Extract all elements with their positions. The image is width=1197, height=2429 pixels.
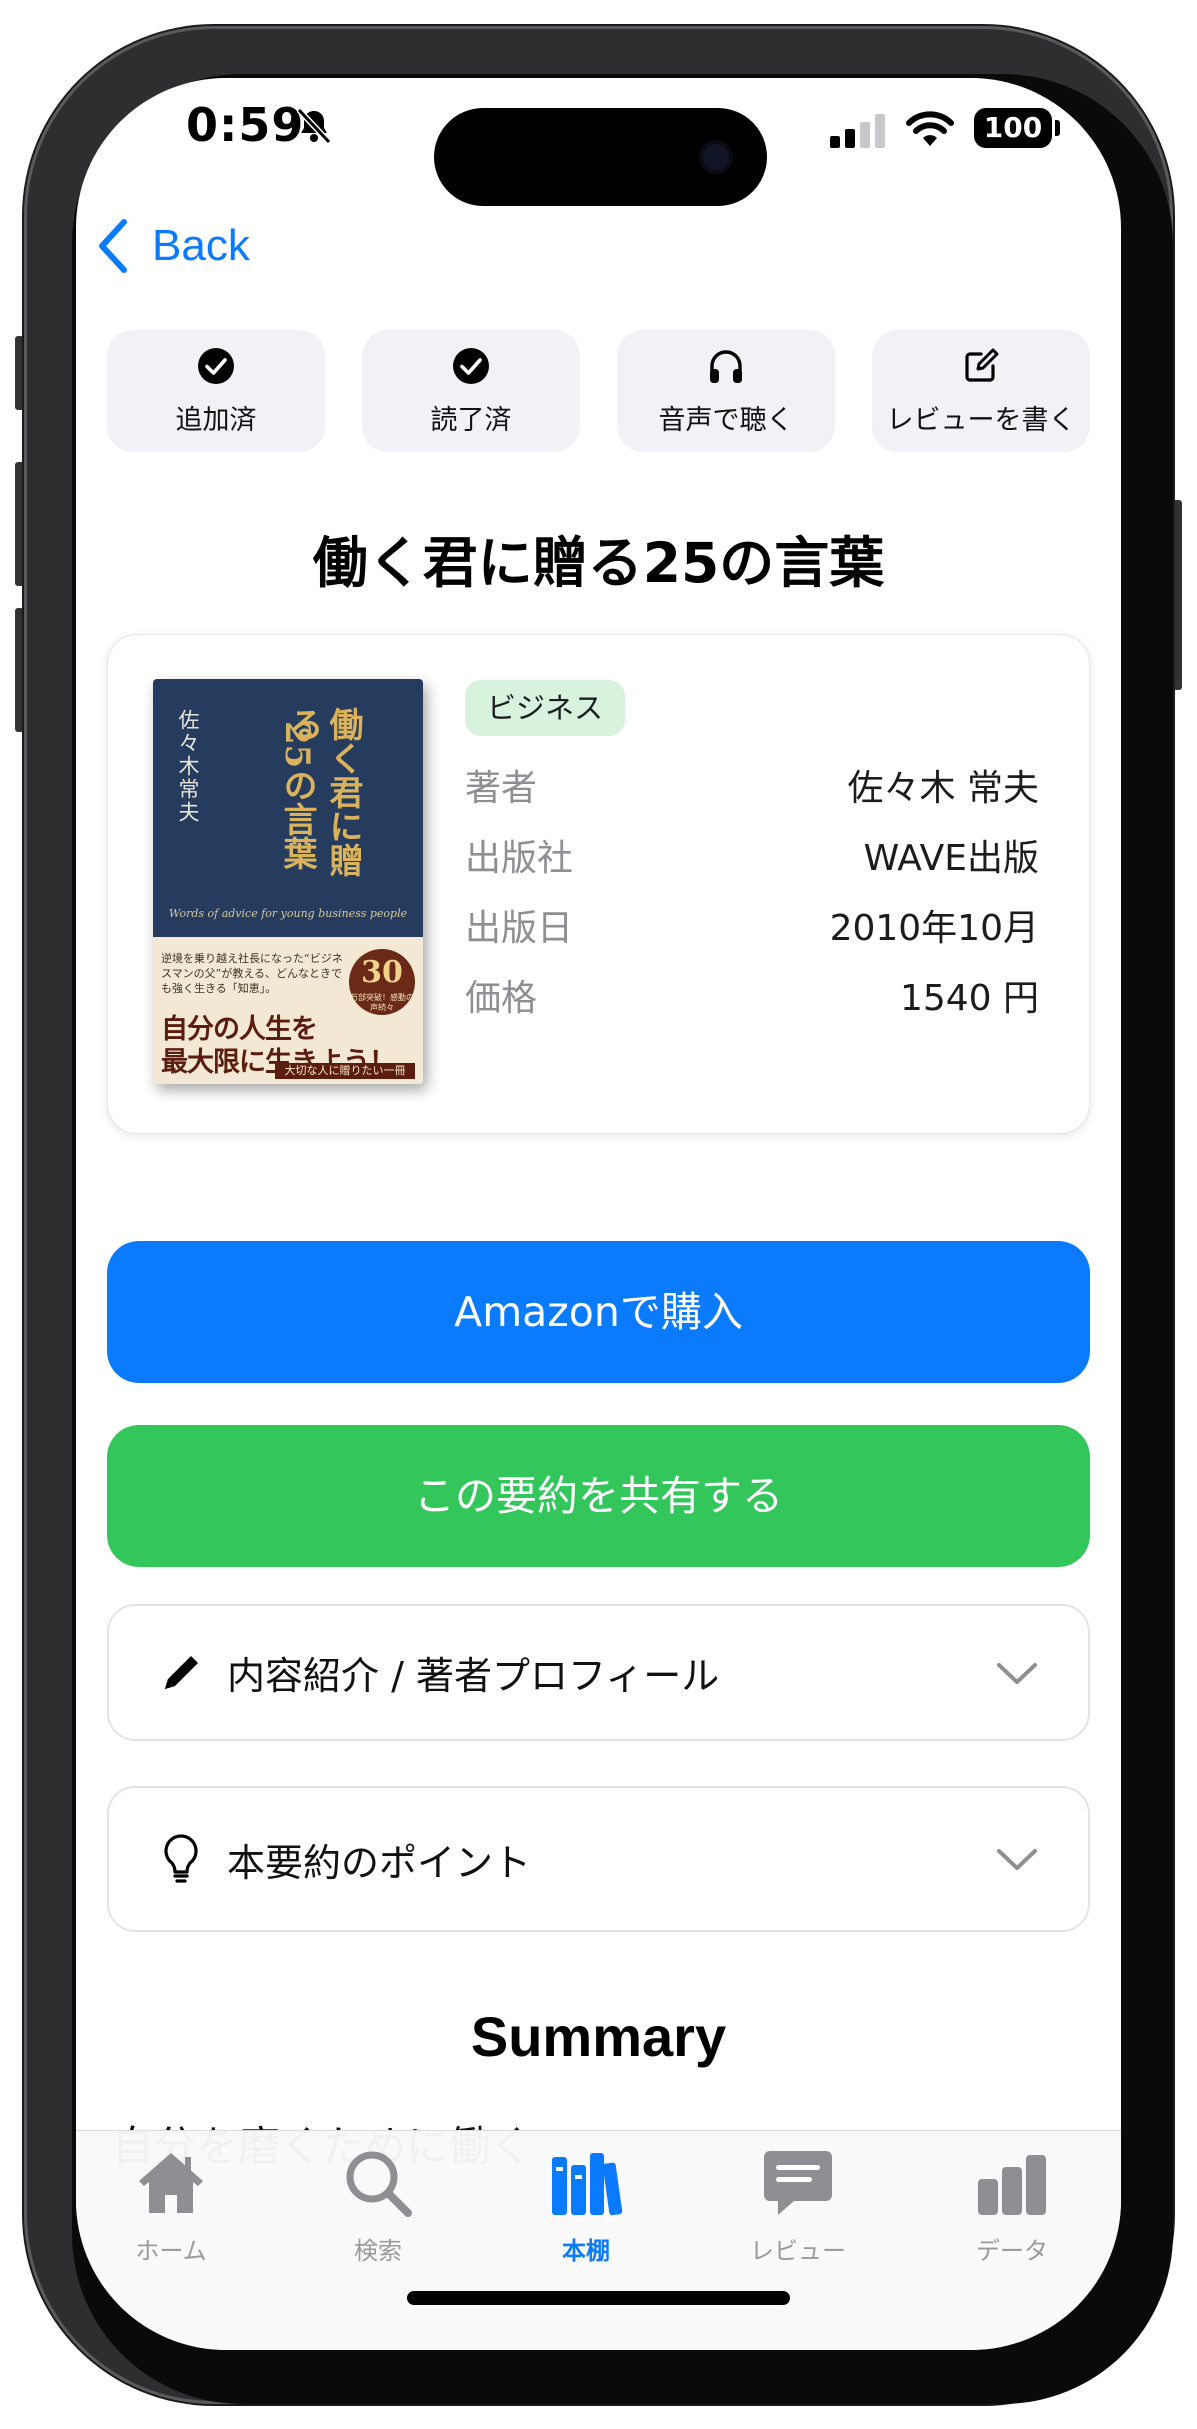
chart-bar-icon <box>978 2155 1046 2215</box>
cover-author: 佐々木常夫 <box>176 709 200 824</box>
tab-label: データ <box>976 2237 1048 2265</box>
action-button <box>15 336 24 410</box>
info-key: 価格 <box>465 978 538 1019</box>
cover-sales-badge: 30 万部突破！感動の声続々 <box>349 949 415 1015</box>
house-icon <box>139 2153 203 2213</box>
write-review-label: レビューを書く <box>886 404 1076 436</box>
genre-badge: ビジネス <box>465 680 626 736</box>
info-row-publish-date: 出版日 2010年10月 <box>465 899 1039 951</box>
home-indicator[interactable] <box>407 2291 790 2305</box>
finished-reading-button[interactable]: 読了済 <box>362 330 580 452</box>
info-key: 出版日 <box>465 908 574 949</box>
chevron-down-icon <box>997 1662 1037 1684</box>
magnifyingglass-icon <box>346 2151 412 2217</box>
info-row-price: 価格 1540 円 <box>465 969 1039 1021</box>
info-value: 2010年10月 <box>829 908 1039 949</box>
info-row-publisher: 出版社 WAVE出版 <box>465 829 1039 881</box>
cover-english-subtitle: Words of advice for young business peopl… <box>168 907 408 920</box>
write-review-button[interactable]: レビューを書く <box>872 330 1090 452</box>
status-time: 0:59 <box>186 98 305 152</box>
buy-on-amazon-button[interactable]: Amazonで購入 <box>107 1241 1090 1383</box>
screen: 0:59 100 Back 追加済 読了済 音声で聴く レビューを書く 働く君に… <box>76 78 1121 2350</box>
square-pencil-icon <box>965 348 999 382</box>
listen-audio-label: 音声で聴く <box>658 404 794 436</box>
cover-badge-number: 30 <box>361 955 403 990</box>
info-row-author: 著者 佐々木 常夫 <box>465 759 1039 811</box>
tab-data[interactable]: データ <box>932 2145 1092 2266</box>
tab-home[interactable]: ホーム <box>91 2145 251 2266</box>
pencil-icon <box>165 1655 198 1689</box>
tab-bookshelf[interactable]: 本棚 <box>506 2145 666 2266</box>
summary-heading: Summary <box>470 2005 727 2068</box>
cover-title: 働く君に贈る 25の言葉 <box>253 707 363 907</box>
book-title: 働く君に贈る25の言葉 <box>312 531 885 595</box>
battery-nub <box>1055 120 1060 136</box>
power-button <box>1173 500 1182 690</box>
info-key: 出版社 <box>465 838 574 879</box>
lightbulb-icon <box>164 1834 198 1883</box>
book-cover-image: 佐々木常夫 働く君に贈る 25の言葉 Words of advice for y… <box>153 679 423 1084</box>
tab-bar: ホーム 検索 本棚 レビュー データ <box>76 2130 1121 2350</box>
cover-badge-text: 万部突破！感動の声続々 <box>350 993 414 1012</box>
info-value: 1540 円 <box>899 978 1039 1019</box>
cover-strip: 大切な人に贈りたい一冊 <box>275 1063 415 1079</box>
tab-reviews[interactable]: レビュー <box>718 2145 878 2266</box>
back-label: Back <box>152 221 250 270</box>
tab-search[interactable]: 検索 <box>298 2145 458 2266</box>
volume-up-button <box>15 462 24 586</box>
cellular-signal-icon <box>830 114 885 148</box>
added-label: 追加済 <box>175 404 257 436</box>
finished-reading-label: 読了済 <box>430 404 512 436</box>
info-key: 著者 <box>465 768 538 809</box>
back-button[interactable]: Back <box>90 218 250 274</box>
headphones-icon <box>710 349 742 383</box>
chevron-left-icon <box>99 219 127 273</box>
volume-down-button <box>15 608 24 732</box>
disclosure-label: 本要約のポイント <box>227 1840 532 1885</box>
front-camera <box>699 140 733 174</box>
tab-label: レビュー <box>750 2237 846 2265</box>
info-value: WAVE出版 <box>863 838 1039 879</box>
bell-slash-icon <box>296 107 332 145</box>
checkmark-circle-icon <box>453 347 489 384</box>
cover-catch-line1: 自分の人生を <box>161 1014 318 1045</box>
disclosure-label: 内容紹介 / 著者プロフィール <box>227 1654 720 1698</box>
listen-audio-button[interactable]: 音声で聴く <box>617 330 835 452</box>
tab-label: ホーム <box>135 2237 207 2265</box>
book-info-card: 佐々木常夫 働く君に贈る 25の言葉 Words of advice for y… <box>107 634 1090 1134</box>
summary-points-disclosure[interactable]: 本要約のポイント <box>107 1786 1090 1932</box>
wifi-icon <box>906 111 954 146</box>
message-bubble-icon <box>764 2151 832 2215</box>
tab-label: 検索 <box>354 2237 402 2265</box>
description-author-profile-disclosure[interactable]: 内容紹介 / 著者プロフィール <box>107 1604 1090 1741</box>
added-button[interactable]: 追加済 <box>107 330 325 452</box>
dynamic-island <box>434 108 767 206</box>
info-value: 佐々木 常夫 <box>847 768 1039 809</box>
action-bar: 追加済 読了済 音声で聴く レビューを書く <box>107 330 1090 452</box>
battery-icon: 100 <box>974 108 1052 148</box>
chevron-down-icon <box>997 1849 1037 1870</box>
checkmark-circle-icon <box>198 347 234 384</box>
share-summary-button[interactable]: この要約を共有する <box>107 1425 1090 1567</box>
cover-title-line2: 25の言葉 <box>277 721 317 871</box>
tab-label: 本棚 <box>562 2237 610 2265</box>
cover-blurb: 逆境を乗り越え社長になった“ビジネスマンの父”が教える、どんなときでも強く生きる… <box>161 952 343 995</box>
books-icon <box>552 2153 623 2216</box>
